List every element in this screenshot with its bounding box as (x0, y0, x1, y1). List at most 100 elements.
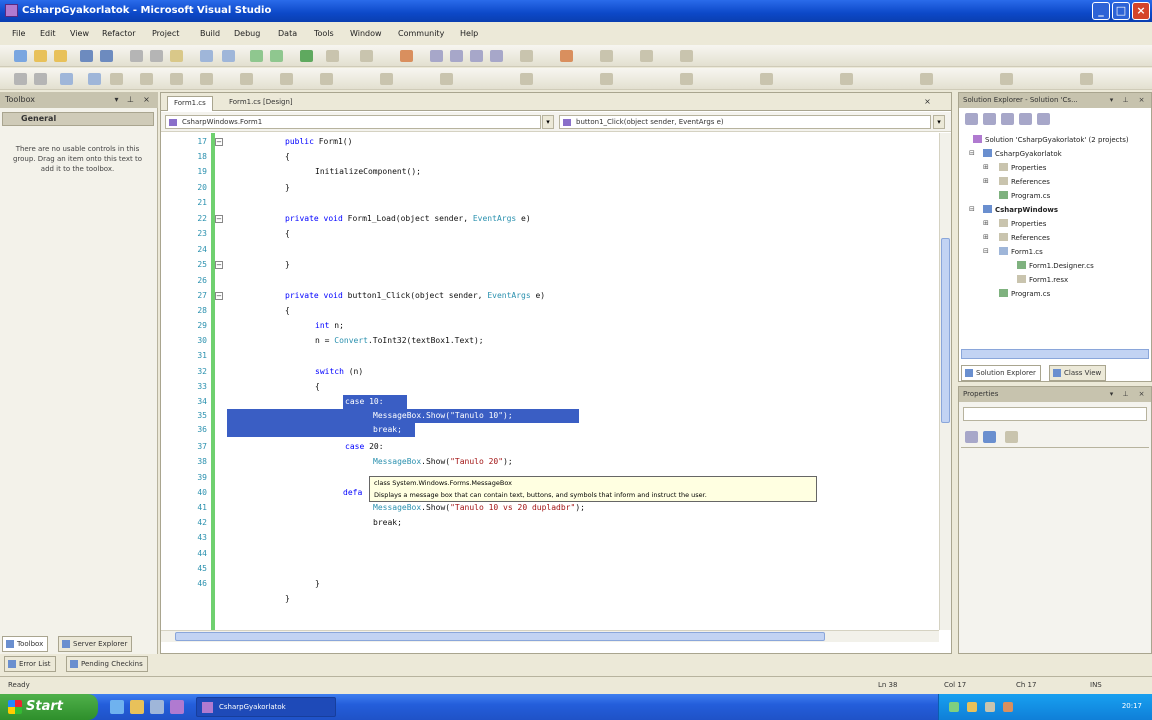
toolbar2-icon-16[interactable] (680, 73, 693, 85)
close-icon[interactable]: × (1137, 96, 1146, 105)
toolbar2-icon-6[interactable] (140, 73, 153, 85)
menu-tools[interactable]: Tools (314, 29, 334, 38)
property-pages-icon[interactable] (1005, 431, 1018, 443)
expand-icon[interactable]: ⊟ (969, 149, 975, 157)
tab-class-view[interactable]: Class View (1049, 365, 1107, 381)
close-icon[interactable]: × (142, 95, 151, 104)
toolbar2-icon-13[interactable] (440, 73, 453, 85)
menu-window[interactable]: Window (350, 29, 382, 38)
close-icon[interactable]: × (1137, 390, 1146, 399)
toolbar2-icon-4[interactable] (88, 73, 101, 85)
vertical-scroll-thumb[interactable] (941, 238, 950, 423)
toolbox-toolbar-icon[interactable] (490, 50, 503, 62)
tree-node-file[interactable]: Program.cs (999, 191, 1050, 200)
toolbar2-icon-19[interactable] (920, 73, 933, 85)
expand-icon[interactable]: ⊞ (983, 163, 989, 171)
expand-icon[interactable]: ⊞ (983, 177, 989, 185)
properties-icon[interactable] (965, 113, 978, 125)
start-page-icon[interactable] (520, 50, 533, 62)
collapse-icon[interactable]: − (215, 215, 223, 223)
expand-icon[interactable]: ⊞ (983, 233, 989, 241)
menu-community[interactable]: Community (398, 29, 444, 38)
dropdown-icon[interactable]: ▾ (1107, 390, 1116, 399)
toolbar2-icon-9[interactable] (240, 73, 253, 85)
tab-form1-design[interactable]: Form1.cs [Design] (223, 96, 299, 111)
save-icon[interactable] (80, 50, 93, 62)
copy-icon[interactable] (150, 50, 163, 62)
toolbar2-icon-12[interactable] (380, 73, 393, 85)
tree-node-properties[interactable]: Properties (999, 219, 1046, 228)
tree-node-references[interactable]: References (999, 233, 1050, 242)
platform-dropdown-icon[interactable] (360, 50, 373, 62)
menu-view[interactable]: View (70, 29, 89, 38)
solution-explorer-hscrollbar[interactable] (961, 349, 1149, 359)
type-dropdown[interactable]: CsharpWindows.Form1 (165, 115, 541, 129)
close-button[interactable]: × (1132, 2, 1150, 20)
tab-pending-checkins[interactable]: Pending Checkins (66, 656, 148, 672)
network-icon[interactable] (949, 702, 959, 712)
expand-icon[interactable]: ⊟ (969, 205, 975, 213)
toolbar2-icon-8[interactable] (200, 73, 213, 85)
toolbar2-icon-2[interactable] (34, 73, 47, 85)
save-all-icon[interactable] (100, 50, 113, 62)
member-dropdown[interactable]: button1_Click(object sender, EventArgs e… (559, 115, 931, 129)
toolbar2-icon-7[interactable] (170, 73, 183, 85)
find-icon[interactable] (400, 50, 413, 62)
volume-icon[interactable] (985, 702, 995, 712)
navigate-forward-icon[interactable] (270, 50, 283, 62)
view-code-icon[interactable] (1019, 113, 1032, 125)
show-desktop-icon[interactable] (110, 700, 124, 714)
new-project-icon[interactable] (14, 50, 27, 62)
tree-node-file[interactable]: Form1.resx (1017, 275, 1068, 284)
menu-project[interactable]: Project (152, 29, 179, 38)
vertical-scrollbar[interactable] (939, 133, 951, 630)
cut-icon[interactable] (130, 50, 143, 62)
view-designer-icon[interactable] (1037, 113, 1050, 125)
toolbar2-icon-18[interactable] (840, 73, 853, 85)
layout-icon[interactable] (640, 50, 653, 62)
properties-toolbar-icon[interactable] (450, 50, 463, 62)
menu-file[interactable]: File (12, 29, 25, 38)
align-icon[interactable] (600, 50, 613, 62)
toolbar2-icon-5[interactable] (110, 73, 123, 85)
security-icon[interactable] (967, 702, 977, 712)
menu-edit[interactable]: Edit (40, 29, 56, 38)
tree-node-project[interactable]: CsharpGyakorlatok (983, 149, 1062, 158)
menu-help[interactable]: Help (460, 29, 478, 38)
open-file-icon[interactable] (54, 50, 67, 62)
toolbar2-icon-10[interactable] (280, 73, 293, 85)
object-browser-icon[interactable] (470, 50, 483, 62)
pin-icon[interactable]: ⊥ (126, 95, 135, 104)
visual-studio-quicklaunch-icon[interactable] (170, 700, 184, 714)
solution-explorer-toolbar-icon[interactable] (430, 50, 443, 62)
configuration-dropdown-icon[interactable] (326, 50, 339, 62)
properties-object-dropdown[interactable] (963, 407, 1147, 421)
add-item-icon[interactable] (34, 50, 47, 62)
collapse-icon[interactable]: − (215, 138, 223, 146)
tree-node-form[interactable]: Form1.cs (999, 247, 1043, 256)
start-debugging-icon[interactable] (300, 50, 313, 62)
tab-toolbox[interactable]: Toolbox (2, 636, 49, 652)
menu-data[interactable]: Data (278, 29, 297, 38)
type-dropdown-arrow-icon[interactable]: ▾ (542, 115, 554, 129)
member-dropdown-arrow-icon[interactable]: ▾ (933, 115, 945, 129)
internet-explorer-icon[interactable] (130, 700, 144, 714)
horizontal-scrollbar[interactable] (161, 630, 939, 642)
redo-icon[interactable] (222, 50, 235, 62)
toolbar2-icon-20[interactable] (1000, 73, 1013, 85)
pin-icon[interactable]: ⊥ (1121, 390, 1130, 399)
tab-error-list[interactable]: Error List (4, 656, 56, 672)
media-player-icon[interactable] (150, 700, 164, 714)
minimize-button[interactable]: _ (1092, 2, 1110, 20)
code-area[interactable]: 17 18 19 20 21 22 23 24 25 26 27 28 29 30 31 32 33 34 35 36… (161, 133, 939, 630)
menu-build[interactable]: Build (200, 29, 220, 38)
collapse-icon[interactable]: − (215, 292, 223, 300)
menu-debug[interactable]: Debug (234, 29, 260, 38)
tree-node-project[interactable]: CsharpWindows (983, 205, 1058, 214)
format-icon[interactable] (560, 50, 573, 62)
maximize-button[interactable]: □ (1112, 2, 1130, 20)
toolbox-group-general[interactable]: General (2, 112, 154, 126)
tree-node-file[interactable]: Program.cs (999, 289, 1050, 298)
toolbar2-icon-11[interactable] (320, 73, 333, 85)
horizontal-scroll-thumb[interactable] (175, 632, 825, 641)
